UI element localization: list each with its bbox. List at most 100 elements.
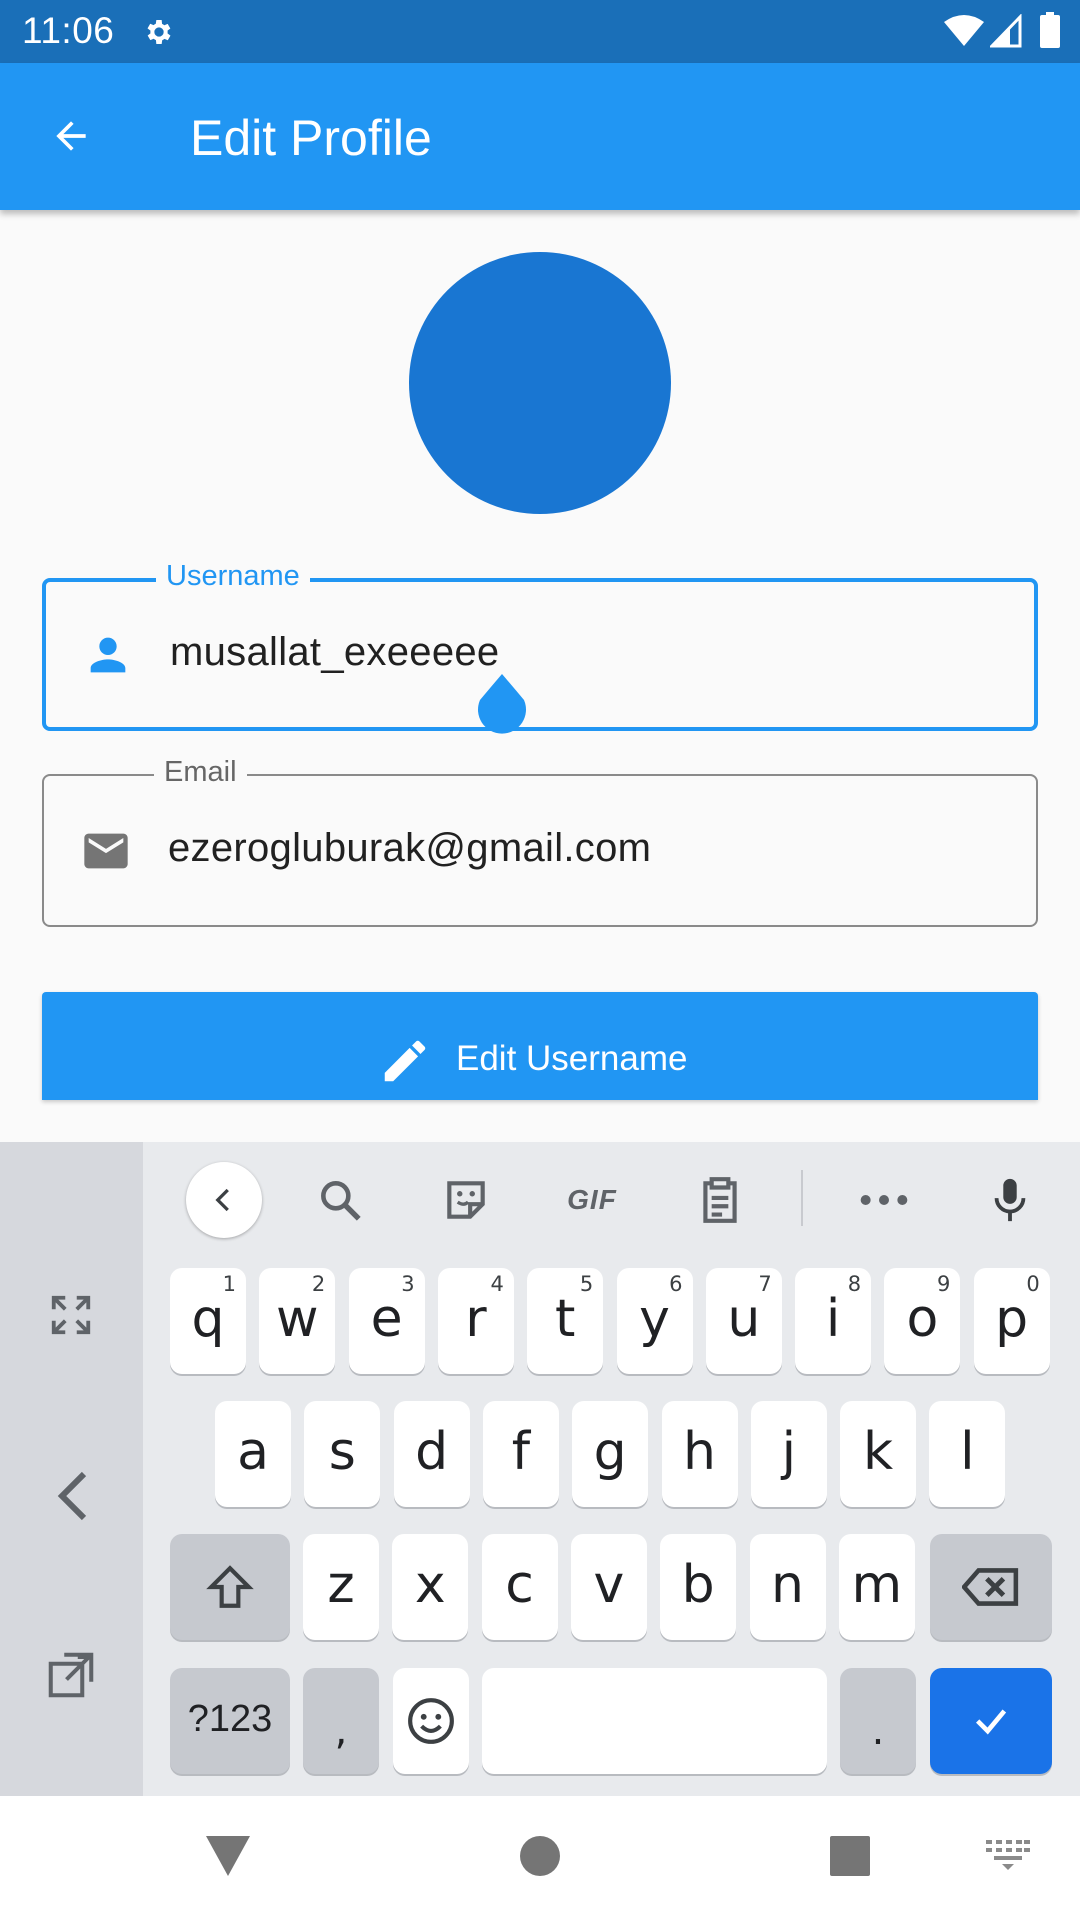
expand-icon[interactable] xyxy=(48,1292,94,1338)
key-label: c xyxy=(505,1555,534,1615)
key-label: g xyxy=(593,1422,627,1482)
key-r[interactable]: r4 xyxy=(437,1268,514,1374)
key-f[interactable]: f xyxy=(482,1401,559,1507)
key-label: a xyxy=(237,1422,269,1482)
emoji-icon xyxy=(408,1698,454,1744)
key-label: p xyxy=(995,1289,1029,1349)
keyboard-voice-button[interactable] xyxy=(972,1162,1048,1238)
back-triangle-icon[interactable] xyxy=(206,1836,250,1876)
key-o[interactable]: o9 xyxy=(884,1268,961,1374)
username-input[interactable]: musallat_exeeeee xyxy=(170,630,499,675)
symbols-key[interactable]: ?123 xyxy=(170,1668,290,1774)
key-d[interactable]: d xyxy=(393,1401,470,1507)
check-icon xyxy=(976,1709,1007,1735)
key-k[interactable]: k xyxy=(840,1401,917,1507)
system-nav-bar xyxy=(0,1796,1080,1920)
space-key[interactable] xyxy=(482,1668,827,1774)
home-circle-icon[interactable] xyxy=(520,1836,560,1876)
battery-icon xyxy=(1040,12,1060,48)
arrow-back-icon[interactable] xyxy=(48,114,94,158)
toolbar-divider xyxy=(801,1170,803,1226)
key-h[interactable]: h xyxy=(661,1401,738,1507)
key-y[interactable]: y6 xyxy=(616,1268,693,1374)
key-c[interactable]: c xyxy=(481,1534,558,1640)
text-cursor-handle[interactable] xyxy=(474,674,530,746)
keyboard-collapse-button[interactable] xyxy=(186,1162,262,1238)
period-key[interactable]: . xyxy=(840,1668,916,1774)
key-label: y xyxy=(639,1289,670,1349)
keyboard-sticker-button[interactable] xyxy=(428,1162,504,1238)
key-x[interactable]: x xyxy=(392,1534,469,1640)
keyboard-more-button[interactable] xyxy=(846,1162,922,1238)
key-t[interactable]: t5 xyxy=(527,1268,604,1374)
key-a[interactable]: a xyxy=(215,1401,291,1507)
edit-username-button[interactable]: Edit Username xyxy=(42,992,1038,1100)
cell-signal-icon xyxy=(990,14,1022,48)
key-label: o xyxy=(906,1289,939,1349)
key-u[interactable]: u7 xyxy=(705,1268,782,1374)
shift-key[interactable] xyxy=(170,1534,290,1640)
email-label: Email xyxy=(154,754,247,790)
key-g[interactable]: g xyxy=(572,1401,649,1507)
symbols-key-label: ?123 xyxy=(187,1697,273,1740)
period-key-label: . xyxy=(871,1708,885,1754)
username-label: Username xyxy=(156,558,310,594)
keyboard-search-button[interactable] xyxy=(302,1162,378,1238)
person-icon xyxy=(90,637,126,673)
key-label: h xyxy=(683,1422,716,1482)
emoji-key[interactable] xyxy=(393,1668,469,1774)
status-time: 11:06 xyxy=(22,10,115,51)
chevron-left-icon[interactable] xyxy=(52,1470,92,1522)
key-label: n xyxy=(771,1555,804,1615)
key-label: i xyxy=(825,1289,841,1349)
backspace-icon xyxy=(962,1568,1019,1606)
key-s[interactable]: s xyxy=(304,1401,381,1507)
key-label: b xyxy=(681,1555,715,1615)
float-icon[interactable] xyxy=(44,1648,98,1702)
key-label: w xyxy=(276,1289,319,1349)
avatar[interactable] xyxy=(409,252,671,514)
username-field[interactable]: Username musallat_exeeeee xyxy=(42,558,1038,731)
search-icon xyxy=(321,1181,361,1221)
key-label: r xyxy=(465,1289,487,1349)
email-input[interactable]: ezerogluburak@gmail.com xyxy=(168,826,651,871)
page-title: Edit Profile xyxy=(190,110,432,166)
key-v[interactable]: v xyxy=(570,1534,647,1640)
key-label: u xyxy=(727,1289,761,1349)
key-hint: 6 xyxy=(669,1272,683,1296)
key-w[interactable]: w2 xyxy=(259,1268,336,1374)
key-j[interactable]: j xyxy=(750,1401,827,1507)
keyboard-gif-button[interactable]: GIF xyxy=(554,1162,630,1238)
key-label: d xyxy=(415,1422,449,1482)
key-i[interactable]: i8 xyxy=(795,1268,872,1374)
key-label: t xyxy=(554,1289,576,1349)
key-hint: 7 xyxy=(758,1272,772,1296)
app-bar: Edit Profile xyxy=(0,63,1080,210)
key-b[interactable]: b xyxy=(660,1534,737,1640)
key-z[interactable]: z xyxy=(303,1534,379,1640)
microphone-icon xyxy=(994,1178,1026,1222)
key-p[interactable]: p0 xyxy=(973,1268,1050,1374)
chevron-left-icon xyxy=(215,1188,229,1212)
key-q[interactable]: q1 xyxy=(170,1268,246,1374)
email-field[interactable]: Email ezerogluburak@gmail.com xyxy=(42,754,1038,927)
recents-square-icon[interactable] xyxy=(830,1836,870,1876)
key-m[interactable]: m xyxy=(838,1534,915,1640)
keyboard-switch-icon[interactable] xyxy=(986,1840,1030,1870)
comma-key[interactable]: , xyxy=(303,1668,379,1774)
backspace-key[interactable] xyxy=(930,1534,1052,1640)
done-key[interactable] xyxy=(930,1668,1052,1774)
key-label: e xyxy=(370,1289,403,1349)
key-hint: 8 xyxy=(847,1272,862,1296)
key-l[interactable]: l xyxy=(929,1401,1006,1507)
pencil-icon xyxy=(384,1040,426,1082)
edit-username-label: Edit Username xyxy=(456,1039,688,1078)
more-icon xyxy=(860,1195,908,1205)
key-label: m xyxy=(851,1555,903,1615)
key-n[interactable]: n xyxy=(749,1534,826,1640)
keyboard-clipboard-button[interactable] xyxy=(682,1162,758,1238)
key-e[interactable]: e3 xyxy=(348,1268,425,1374)
comma-key-label: , xyxy=(334,1708,348,1754)
gif-icon: GIF xyxy=(567,1184,617,1215)
key-label: s xyxy=(328,1422,356,1482)
